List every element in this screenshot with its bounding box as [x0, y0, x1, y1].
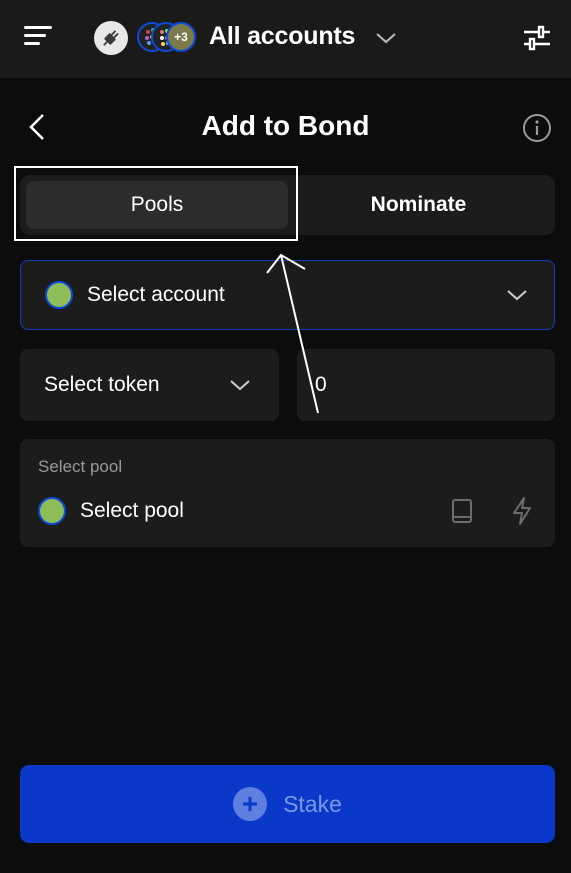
info-icon[interactable]: [522, 113, 552, 143]
extra-accounts-badge: +3: [166, 22, 196, 52]
staking-type-tabs: Pools Nominate: [20, 175, 555, 235]
account-avatar-stack[interactable]: +3: [137, 22, 197, 54]
tab-nominate[interactable]: Nominate: [288, 181, 549, 229]
token-select[interactable]: Select token: [20, 349, 279, 421]
plug-icon[interactable]: [94, 21, 128, 55]
account-avatar: [45, 281, 73, 309]
account-selector-title[interactable]: All accounts: [209, 22, 355, 51]
stake-button-label: Stake: [283, 790, 342, 817]
top-bar: +3 All accounts: [0, 0, 571, 78]
pool-select-label: Select pool: [80, 499, 184, 522]
sliders-icon[interactable]: [522, 25, 552, 51]
book-icon[interactable]: [450, 498, 474, 524]
chevron-down-icon: [507, 290, 527, 301]
chevron-down-icon: [230, 380, 250, 391]
menu-icon[interactable]: [24, 24, 52, 46]
tab-pools[interactable]: Pools: [26, 181, 288, 229]
pool-select-caption: Select pool: [38, 457, 123, 476]
pool-avatar: [38, 497, 66, 525]
stake-button[interactable]: Stake: [20, 765, 555, 843]
pool-select[interactable]: Select pool Select pool: [20, 439, 555, 547]
account-select-label: Select account: [87, 283, 225, 306]
plus-icon: [233, 787, 268, 821]
lightning-icon[interactable]: [510, 496, 534, 526]
page-title: Add to Bond: [201, 110, 370, 141]
amount-input[interactable]: 0: [297, 349, 555, 421]
amount-value: 0: [315, 373, 327, 396]
token-select-label: Select token: [44, 373, 160, 396]
account-select[interactable]: Select account: [20, 260, 555, 330]
chevron-down-icon[interactable]: [374, 26, 398, 50]
